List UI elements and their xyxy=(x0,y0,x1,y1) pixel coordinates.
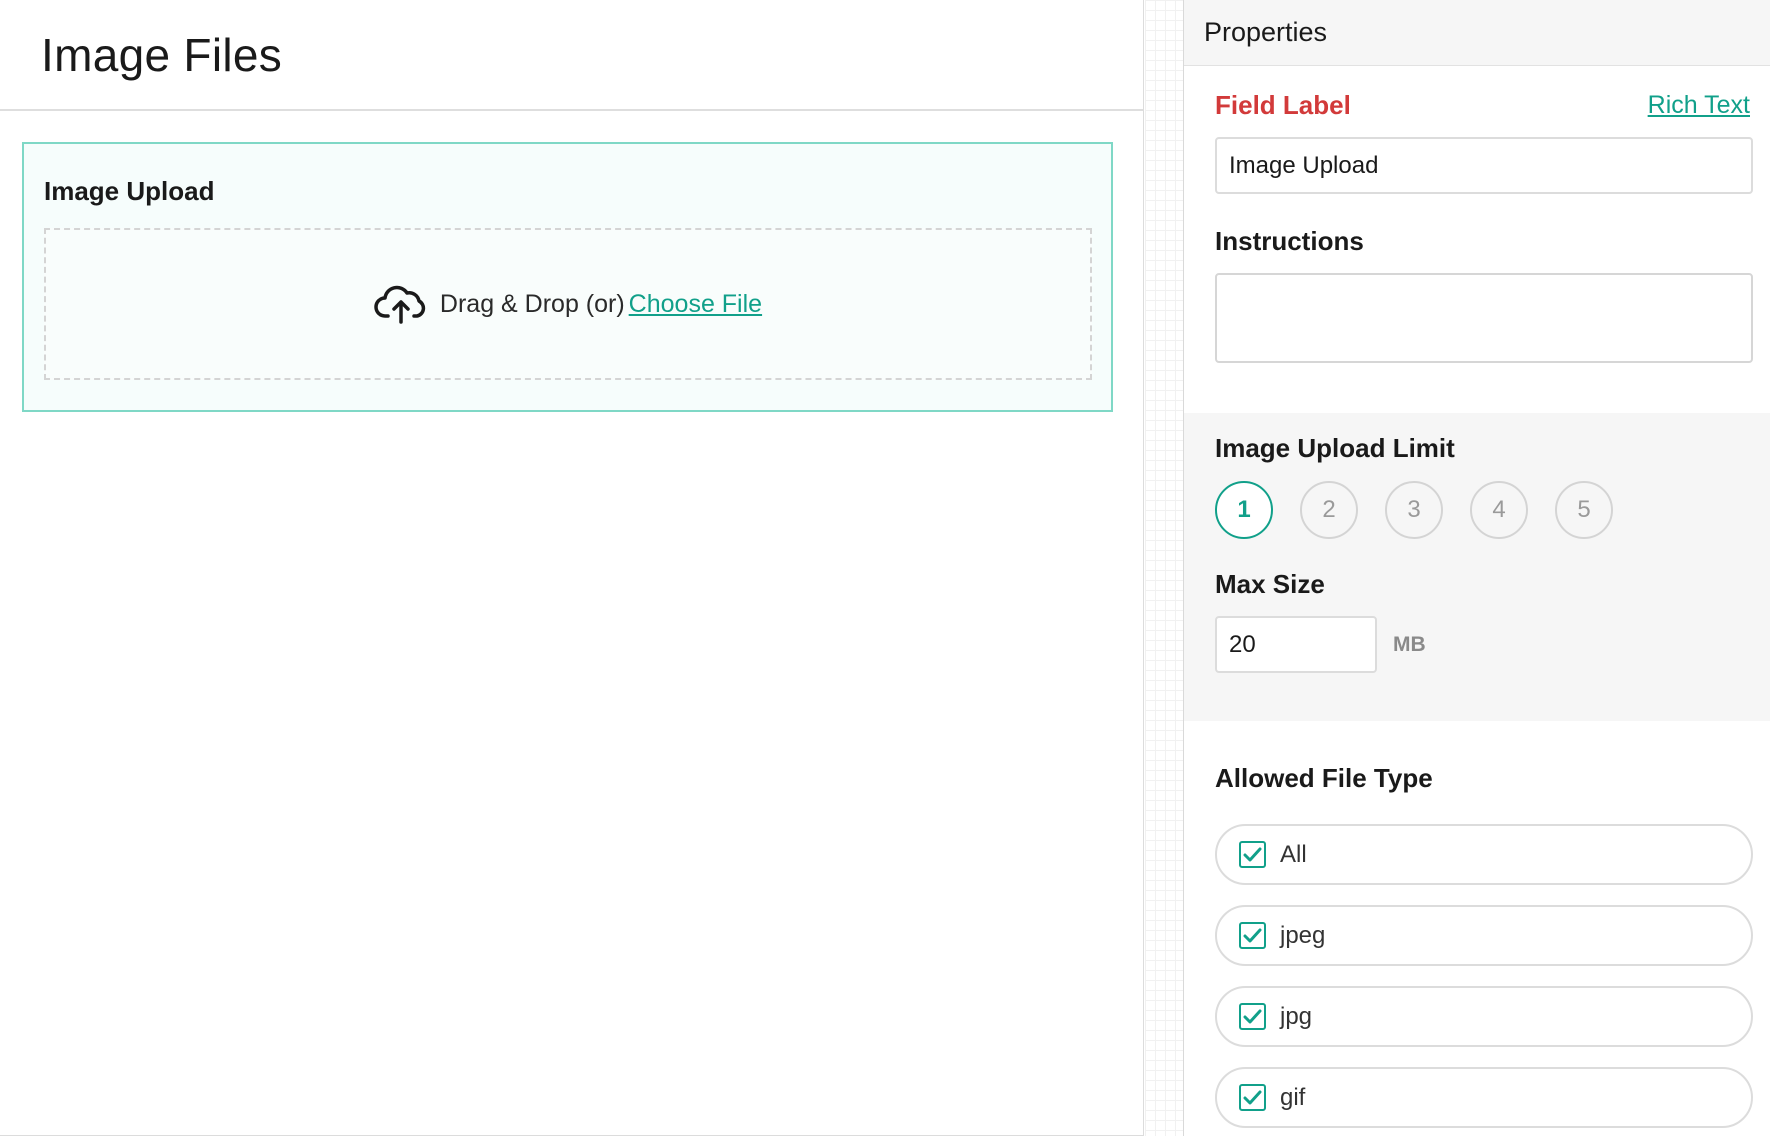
allowed-file-type-section: Allowed File Type All jpeg jpg gif xyxy=(1184,721,1770,1128)
upload-limit-options: 12345 xyxy=(1215,481,1750,539)
upload-dropzone[interactable]: Drag & Drop (or) Choose File xyxy=(44,228,1092,380)
canvas-header: Image Files xyxy=(0,0,1143,111)
field-label-input[interactable] xyxy=(1215,137,1753,194)
checkbox-checked-icon[interactable] xyxy=(1239,1003,1266,1030)
checkbox-checked-icon[interactable] xyxy=(1239,1084,1266,1111)
checkbox-checked-icon[interactable] xyxy=(1239,841,1266,868)
upload-limit-option[interactable]: 1 xyxy=(1215,481,1273,539)
properties-panel: Properties Field Label Rich Text Instruc… xyxy=(1183,0,1770,1136)
file-type-label: gif xyxy=(1280,1083,1306,1111)
file-type-option[interactable]: jpeg xyxy=(1215,905,1753,966)
cloud-upload-icon xyxy=(374,284,428,324)
form-builder: Image Files Image Upload Drag & Drop (or… xyxy=(0,0,1770,1136)
file-type-label: jpeg xyxy=(1280,921,1326,949)
instructions-textarea[interactable] xyxy=(1215,273,1753,363)
max-size-unit: MB xyxy=(1393,632,1426,656)
max-size-input[interactable] xyxy=(1215,616,1377,673)
page-title: Image Files xyxy=(41,28,283,81)
choose-file-link[interactable]: Choose File xyxy=(629,290,762,319)
properties-header: Properties xyxy=(1184,0,1770,66)
file-type-option[interactable]: gif xyxy=(1215,1067,1753,1128)
upload-limit-option[interactable]: 2 xyxy=(1300,481,1358,539)
file-type-label: All xyxy=(1280,840,1307,868)
file-type-label: jpg xyxy=(1280,1002,1313,1030)
field-label-row: Field Label Rich Text xyxy=(1215,90,1750,121)
upload-limit-option[interactable]: 3 xyxy=(1385,481,1443,539)
upload-limit-option[interactable]: 4 xyxy=(1470,481,1528,539)
upload-settings-section: Image Upload Limit 12345 Max Size MB xyxy=(1184,413,1770,721)
dropzone-text: Drag & Drop (or) xyxy=(439,289,625,318)
upload-limit-option[interactable]: 5 xyxy=(1555,481,1613,539)
file-type-option[interactable]: jpg xyxy=(1215,986,1753,1047)
file-type-option[interactable]: All xyxy=(1215,824,1753,885)
max-size-title: Max Size xyxy=(1215,569,1325,599)
rich-text-link[interactable]: Rich Text xyxy=(1648,91,1750,120)
instructions-title: Instructions xyxy=(1215,226,1364,256)
checkbox-checked-icon[interactable] xyxy=(1239,922,1266,949)
upload-limit-title: Image Upload Limit xyxy=(1215,433,1455,463)
form-canvas: Image Files Image Upload Drag & Drop (or… xyxy=(0,0,1144,1136)
field-card-label: Image Upload xyxy=(44,176,215,206)
allowed-file-type-title: Allowed File Type xyxy=(1215,763,1433,793)
field-label-title: Field Label xyxy=(1215,90,1351,120)
file-type-list: All jpeg jpg gif xyxy=(1215,824,1753,1128)
image-upload-field-card[interactable]: Image Upload Drag & Drop (or) Choose Fil… xyxy=(22,142,1113,412)
field-label-section: Field Label Rich Text Instructions xyxy=(1184,90,1770,363)
max-size-row: MB xyxy=(1215,616,1750,673)
canvas-gutter xyxy=(1145,0,1183,1136)
